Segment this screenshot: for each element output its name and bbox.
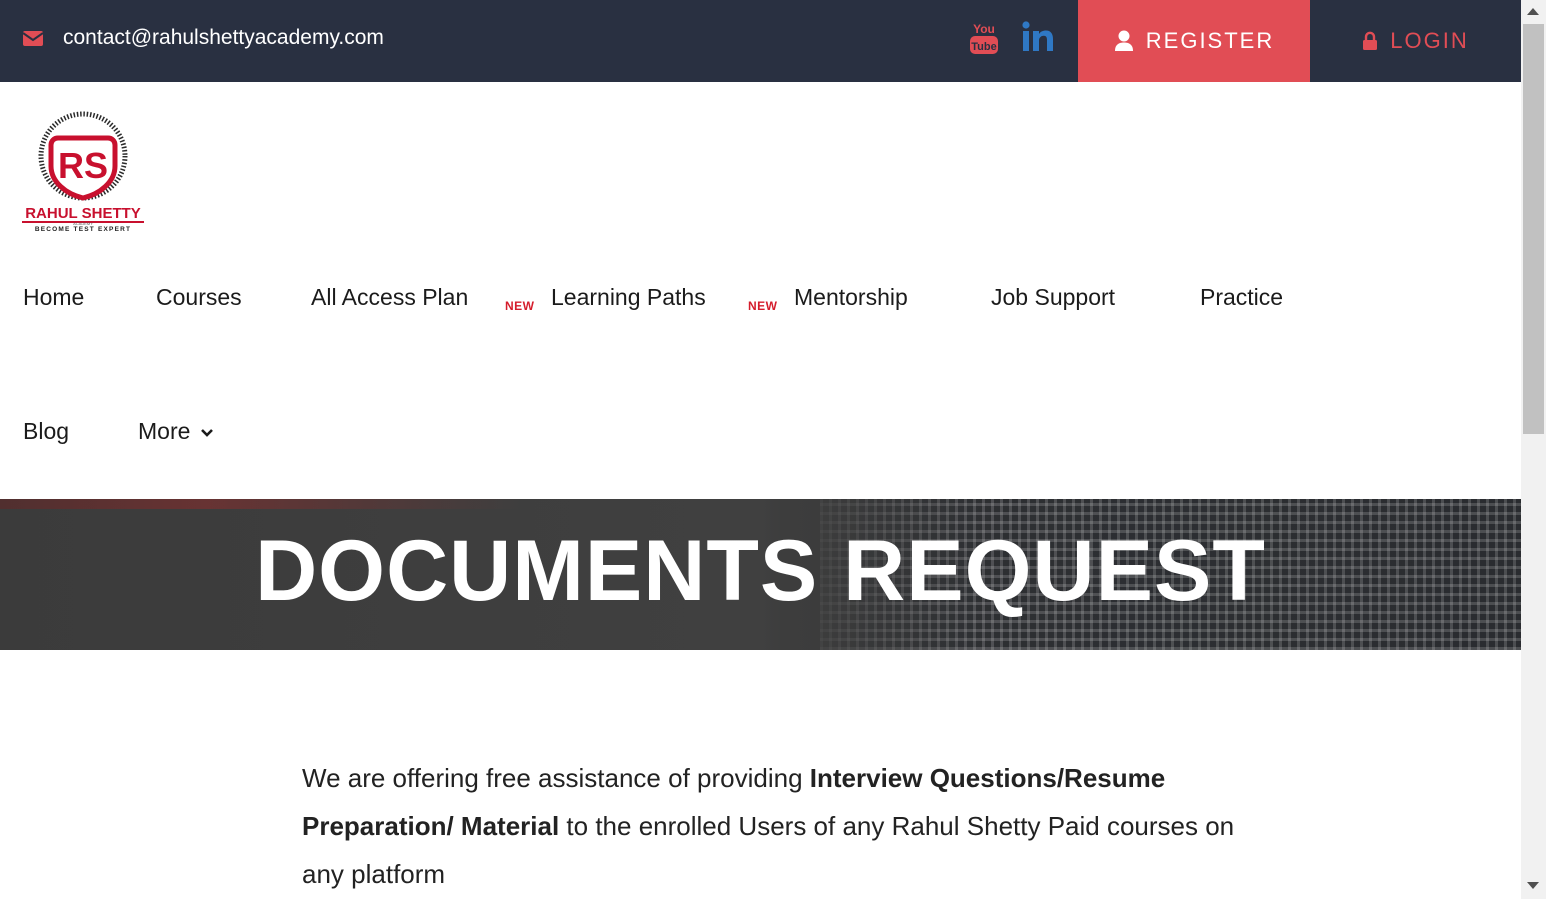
lock-icon xyxy=(1363,31,1378,50)
scroll-down-arrow-icon[interactable] xyxy=(1527,882,1539,889)
nav-blog[interactable]: Blog xyxy=(23,418,69,445)
youtube-icon[interactable]: You Tube xyxy=(969,20,999,56)
academy-logo[interactable]: RS RAHUL SHETTY ACADEMY BECOME TEST EXPE… xyxy=(20,108,146,234)
register-label: REGISTER xyxy=(1145,28,1275,53)
intro-paragraph: We are offering free assistance of provi… xyxy=(302,754,1242,898)
logo-tagline: BECOME TEST EXPERT xyxy=(35,226,131,233)
register-button[interactable]: REGISTER xyxy=(1078,0,1310,82)
page-title: DOCUMENTS REQUEST xyxy=(255,523,1266,619)
linkedin-icon[interactable] xyxy=(1022,21,1054,53)
nav-more-dropdown[interactable]: More xyxy=(138,418,214,445)
page: contact@rahulshettyacademy.com You Tube … xyxy=(0,0,1521,899)
nav-courses[interactable]: Courses xyxy=(156,284,242,311)
banner-background-detail xyxy=(0,499,520,509)
new-badge: NEW xyxy=(748,299,778,313)
top-bar: contact@rahulshettyacademy.com You Tube … xyxy=(0,0,1521,82)
chevron-down-icon xyxy=(201,429,214,437)
nav-more-label: More xyxy=(138,418,191,444)
page-banner: DOCUMENTS REQUEST xyxy=(0,499,1521,650)
scrollbar-thumb[interactable] xyxy=(1523,24,1544,434)
logo-monogram: RS xyxy=(58,145,108,186)
logo-name: RAHUL SHETTY xyxy=(25,205,141,222)
nav-mentorship[interactable]: Mentorship xyxy=(794,284,908,311)
envelope-icon xyxy=(22,31,44,46)
new-badge: NEW xyxy=(505,299,535,313)
login-button[interactable]: LOGIN xyxy=(1310,0,1521,82)
nav-home[interactable]: Home xyxy=(23,284,84,311)
intro-text-1: We are offering free assistance of provi… xyxy=(302,763,810,793)
user-icon xyxy=(1114,30,1133,51)
svg-text:Tube: Tube xyxy=(971,41,996,53)
nav-all-access-plan[interactable]: All Access Plan xyxy=(311,284,468,311)
nav-job-support[interactable]: Job Support xyxy=(991,284,1115,311)
scroll-up-arrow-icon[interactable] xyxy=(1527,8,1539,15)
nav-learning-paths[interactable]: Learning Paths xyxy=(551,284,706,311)
contact-email-link[interactable]: contact@rahulshettyacademy.com xyxy=(63,26,384,50)
login-label: LOGIN xyxy=(1390,28,1469,53)
svg-text:You: You xyxy=(973,22,995,36)
nav-practice[interactable]: Practice xyxy=(1200,284,1283,311)
